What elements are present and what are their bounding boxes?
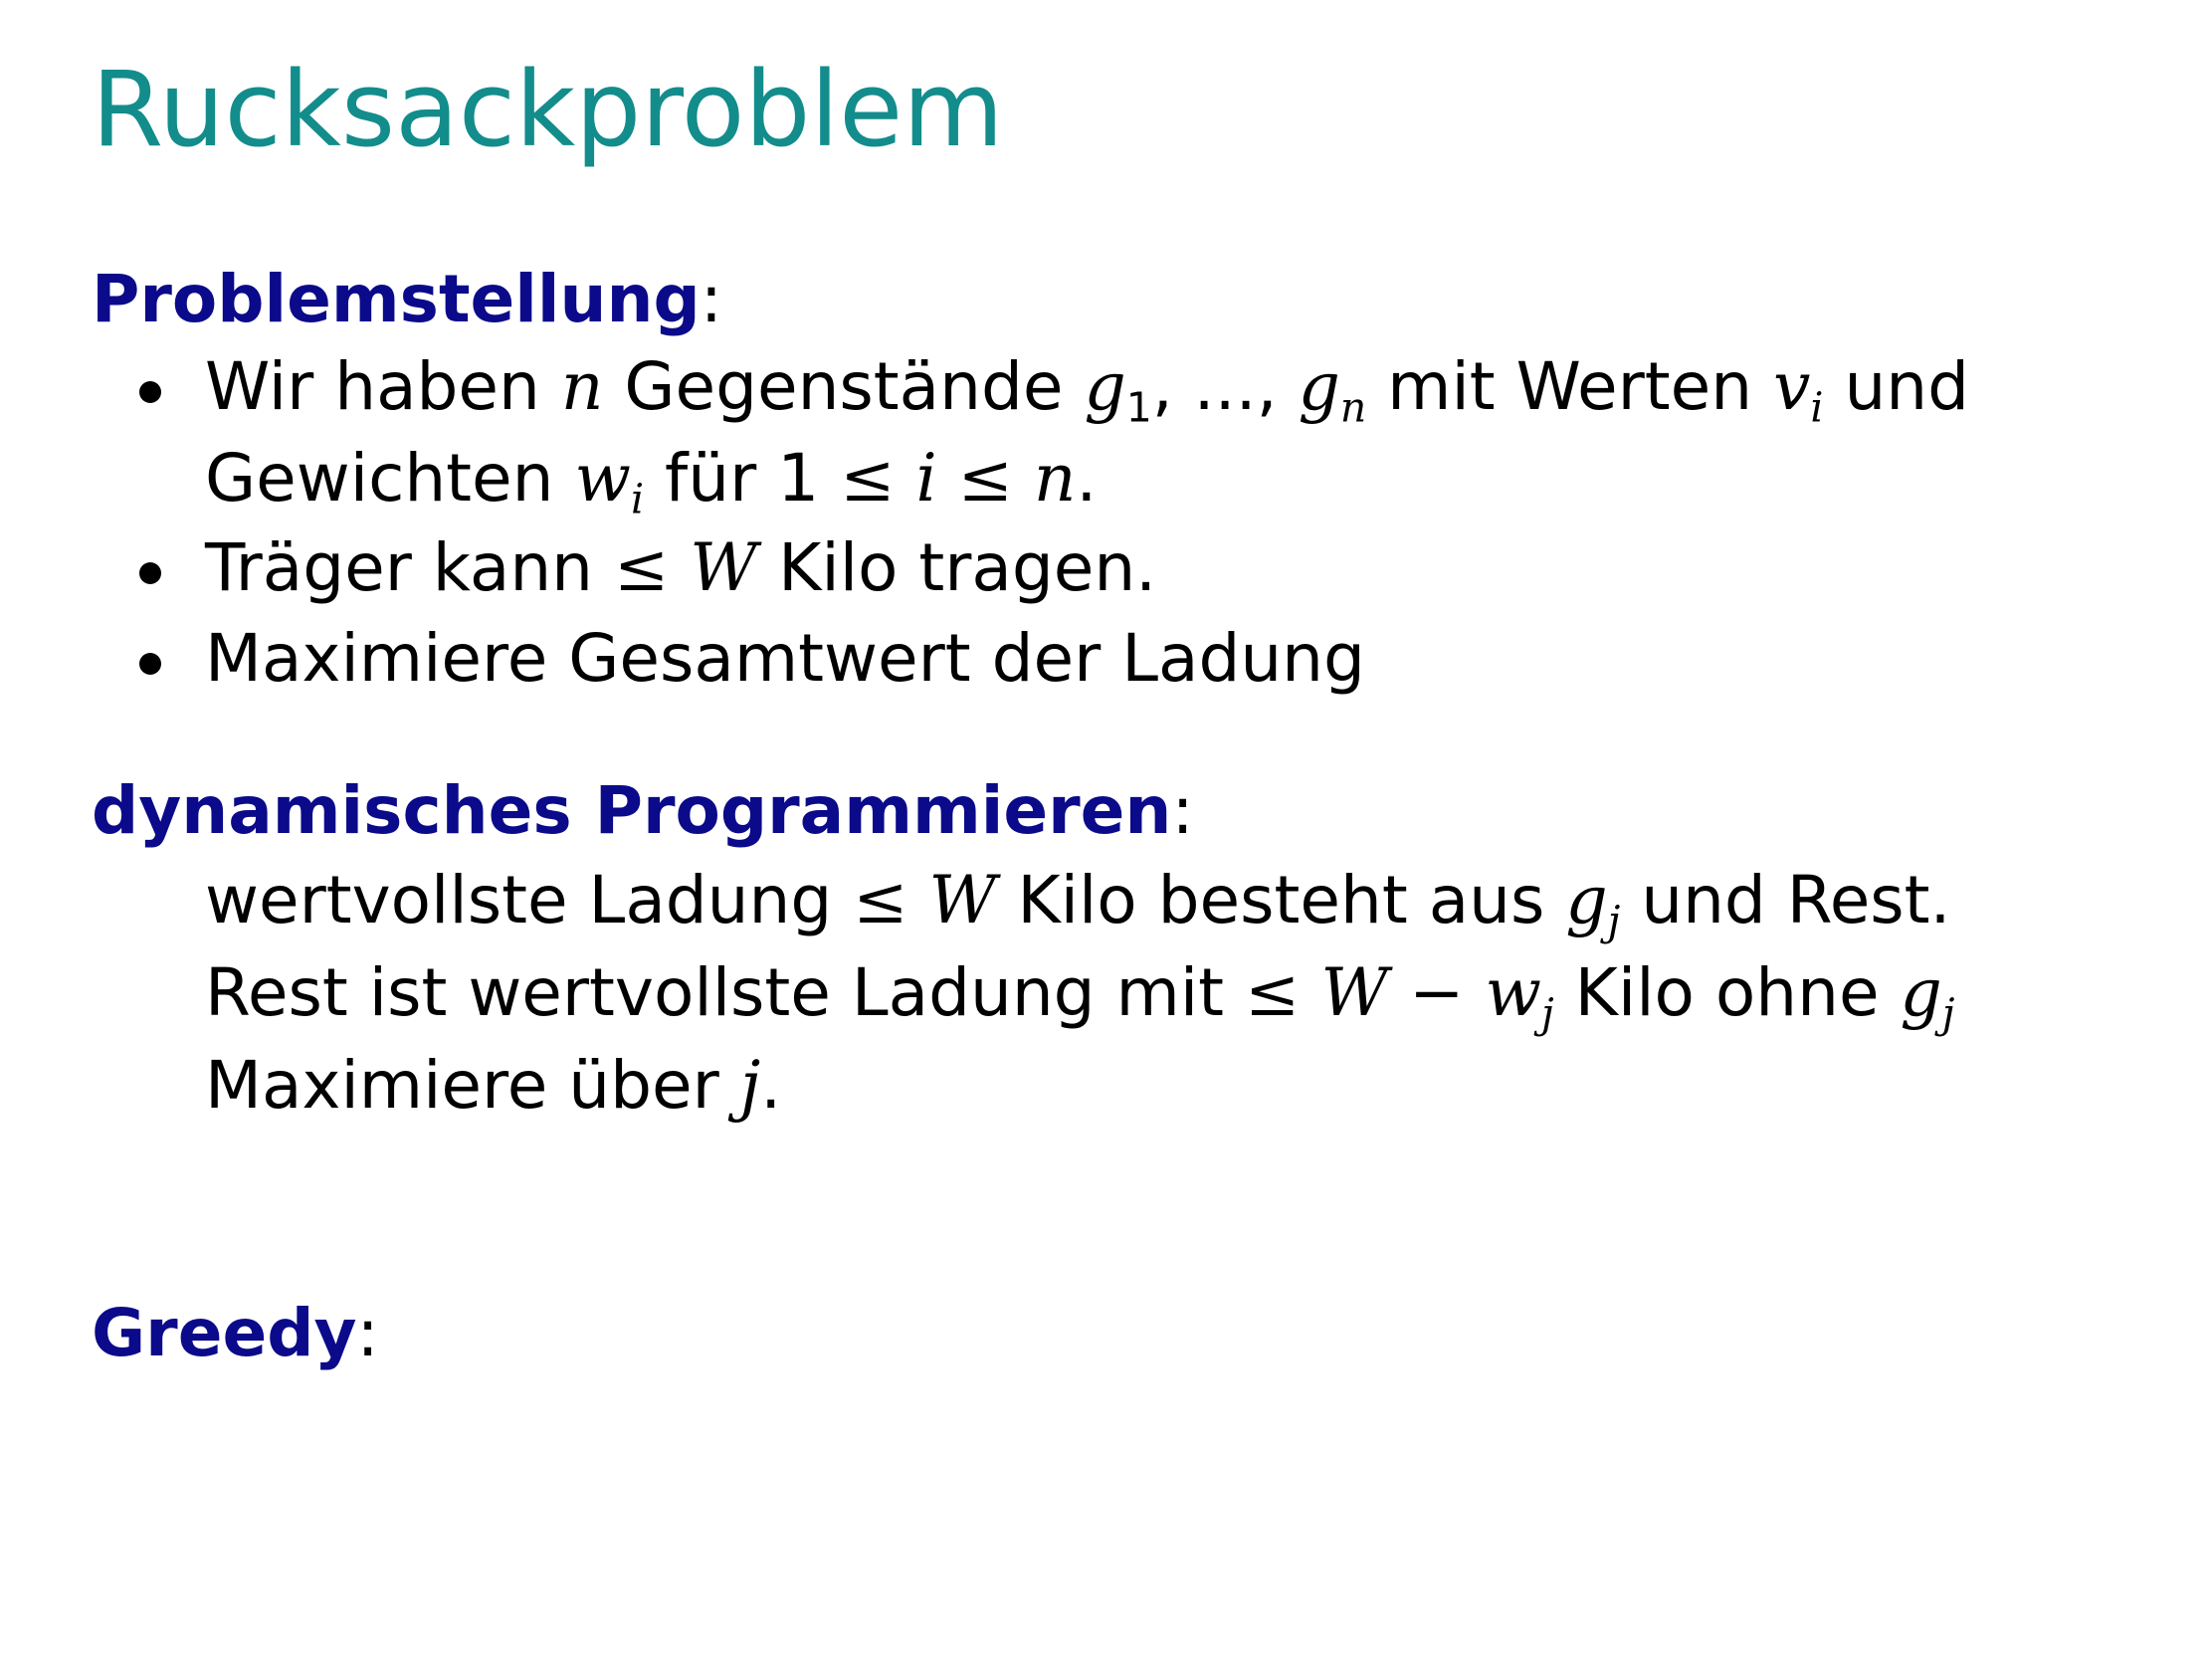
math-var: W	[690, 529, 758, 606]
text: Träger kann	[205, 529, 614, 606]
math-var: W	[1320, 954, 1389, 1031]
heading-colon: :	[700, 261, 722, 337]
math-var: n	[1033, 440, 1077, 517]
subscript: i	[1810, 383, 1824, 432]
heading-text: Greedy	[92, 1295, 357, 1371]
math-op: −	[1409, 954, 1465, 1031]
math-op: ≤	[1245, 954, 1301, 1031]
section-heading-dynamic-programming: dynamisches Programmieren:	[92, 778, 1194, 844]
heading-text: Problemstellung	[92, 261, 701, 337]
text: Gegenstände	[603, 348, 1085, 425]
dp-line-2: Rest ist wertvollste Ladung mit ≤ W − wj…	[205, 960, 1954, 1034]
bullet-item-3: Maximiere Gesamtwert der Ladung	[205, 626, 1365, 692]
dp-line-1: wertvollste Ladung ≤ W Kilo besteht aus …	[205, 868, 1951, 941]
text: und Rest.	[1620, 862, 1951, 938]
math-var: W	[928, 862, 997, 938]
math-var: g	[1565, 862, 1608, 938]
dp-line-3: Maximiere über j.	[205, 1053, 781, 1119]
math-op: ≤	[957, 440, 1013, 517]
bullet-item-2: Träger kann ≤ W Kilo tragen.	[205, 535, 1156, 601]
bullet-dot	[139, 381, 161, 403]
math-var: w	[574, 440, 631, 517]
math-op: ≤	[840, 440, 896, 517]
subscript: j	[1540, 989, 1554, 1038]
text: und	[1823, 348, 1970, 425]
math-var: i	[915, 440, 937, 517]
section-heading-problemstellung: Problemstellung:	[92, 267, 722, 332]
math-var: v	[1773, 348, 1811, 425]
text: wertvollste Ladung	[205, 862, 854, 938]
text: Maximiere Gesamtwert der Ladung	[205, 620, 1365, 697]
text: Maximiere über	[205, 1047, 740, 1124]
text: für 1	[644, 440, 841, 517]
math-var: g	[1084, 348, 1126, 425]
heading-colon: :	[1171, 772, 1194, 849]
heading-text: dynamisches Programmieren	[92, 772, 1172, 849]
math-var: g	[1298, 348, 1340, 425]
text: Kilo besteht aus	[996, 862, 1566, 938]
math-var: j	[739, 1047, 761, 1124]
text: Wir haben	[205, 348, 561, 425]
math-var: w	[1485, 954, 1541, 1031]
subscript: i	[630, 475, 645, 523]
text: .	[1076, 440, 1098, 517]
text: Kilo tragen.	[757, 529, 1157, 606]
bullet-dot	[139, 562, 161, 584]
text: mit Werten	[1366, 348, 1774, 425]
subscript: n	[1339, 383, 1367, 432]
section-heading-greedy: Greedy:	[92, 1301, 379, 1366]
bullet-dot	[139, 653, 161, 675]
bullet-item-1-line-1: Wir haben n Gegenstände g1, ..., gn mit …	[205, 354, 1969, 428]
subscript: j	[1607, 897, 1621, 945]
math-op: ≤	[613, 529, 670, 606]
text: Gewichten	[205, 440, 575, 517]
math-var: n	[560, 348, 604, 425]
math-var: g	[1900, 954, 1942, 1031]
text: Kilo ohne	[1553, 954, 1901, 1031]
text: .	[760, 1047, 782, 1124]
subscript: j	[1941, 989, 1955, 1038]
text: Rest ist wertvollste Ladung mit	[205, 954, 1246, 1031]
heading-colon: :	[356, 1295, 379, 1371]
subscript: 1	[1125, 383, 1152, 432]
bullet-item-1-line-2: Gewichten wi für 1 ≤ i ≤ n.	[205, 446, 1097, 519]
text: , ...,	[1151, 348, 1299, 425]
slide-title: Rucksackproblem	[92, 49, 1004, 170]
math-op: ≤	[853, 862, 908, 938]
